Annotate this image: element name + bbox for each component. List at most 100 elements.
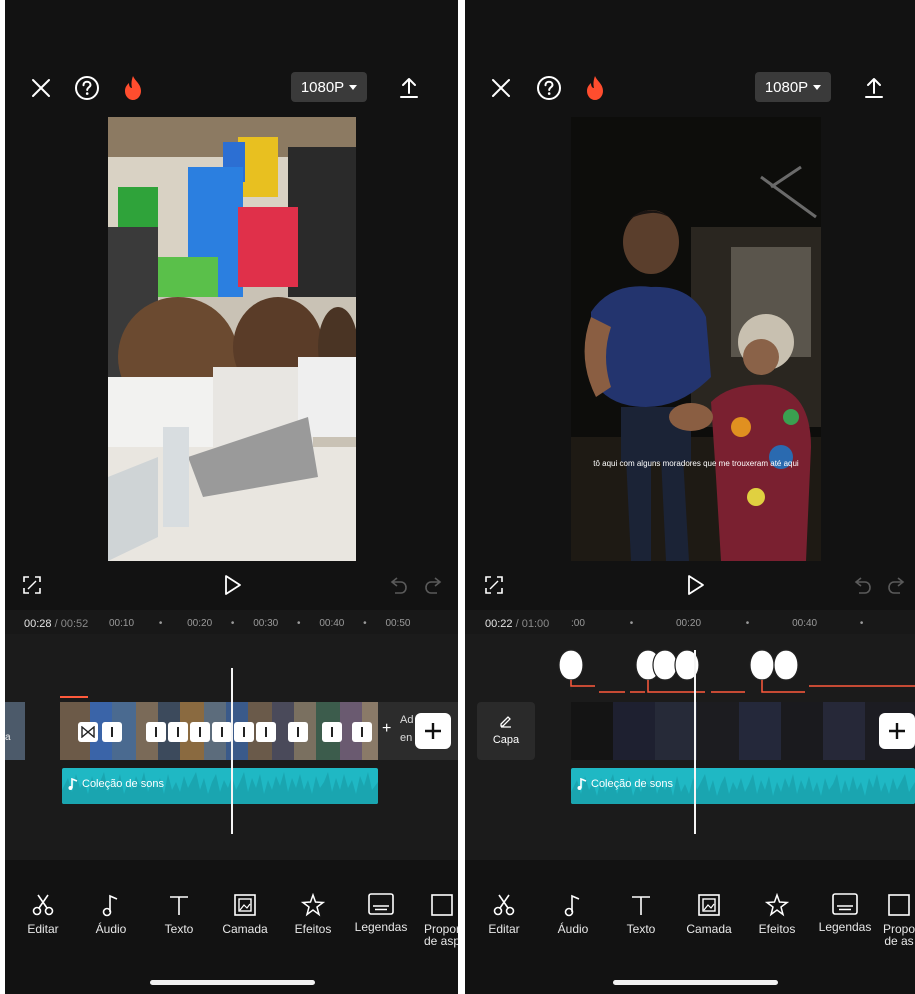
play-icon[interactable] xyxy=(223,574,243,601)
redo-icon[interactable] xyxy=(423,576,443,599)
tool-texto[interactable]: Texto xyxy=(145,893,213,936)
timecode: 00:28 / 00:52 xyxy=(24,618,88,630)
aspect-icon xyxy=(888,894,910,916)
tool-label: Camada xyxy=(686,922,732,936)
resolution-dropdown[interactable]: 1080P xyxy=(755,72,831,102)
ruler-tick: • xyxy=(230,618,235,629)
ruler-tick: • xyxy=(629,618,634,629)
tool-texto[interactable]: Texto xyxy=(607,893,675,936)
previous-clip[interactable]: a xyxy=(5,702,25,760)
close-icon[interactable] xyxy=(23,70,59,106)
audio-track[interactable]: Coleção de sons xyxy=(571,768,915,804)
bottom-toolbar: Editar Áudio Texto Camada Efeitos Legend… xyxy=(5,893,458,953)
ruler-tick: 00:40 xyxy=(792,618,818,629)
top-bar: 1080P xyxy=(465,70,915,106)
video-clip-strip[interactable] xyxy=(60,702,378,760)
audio-track-label: Coleção de sons xyxy=(577,778,673,790)
plus-icon xyxy=(889,723,905,739)
add-clip-text-2: en xyxy=(400,732,413,744)
tool-legendas[interactable]: Legendas xyxy=(347,893,415,934)
video-clip-strip[interactable] xyxy=(571,702,915,760)
tool-label: Camada xyxy=(222,922,268,936)
add-clip-button[interactable] xyxy=(879,713,915,749)
audio-label-text: Coleção de sons xyxy=(82,778,164,790)
transition-button[interactable] xyxy=(352,722,372,742)
transition-button[interactable] xyxy=(190,722,210,742)
tool-proporcao[interactable]: Propor de asp xyxy=(417,893,458,947)
bottom-toolbar: Editar Áudio Texto Camada Efeitos Legend… xyxy=(465,893,915,953)
help-icon[interactable] xyxy=(69,70,105,106)
tool-label: Editar xyxy=(27,922,59,936)
fullscreen-icon[interactable] xyxy=(23,576,41,599)
time-ruler: 00:10 • 00:20 • 00:30 • 00:40 • 00:50 xyxy=(109,618,410,629)
fire-icon[interactable] xyxy=(577,70,613,106)
cover-button[interactable]: Capa xyxy=(477,702,535,760)
play-icon[interactable] xyxy=(686,574,706,601)
tool-label: Legendas xyxy=(354,920,408,934)
transition-button[interactable] xyxy=(322,722,342,742)
home-indicator[interactable] xyxy=(150,980,315,985)
add-clip-button[interactable] xyxy=(415,713,451,749)
text-icon xyxy=(170,896,188,915)
plus-small-icon: + xyxy=(382,720,392,737)
export-icon[interactable] xyxy=(391,70,427,106)
tool-label: Editar xyxy=(488,922,520,936)
clip-indicator xyxy=(60,696,88,698)
tool-legendas[interactable]: Legendas xyxy=(811,893,879,934)
tool-camada[interactable]: Camada xyxy=(675,893,743,936)
video-preview[interactable]: tô aqui com alguns moradores que me trou… xyxy=(571,117,821,561)
clip-frame xyxy=(571,702,613,760)
tool-label: Texto xyxy=(626,922,656,936)
right-editor-panel: 1080P tô aqui com alguns moradores que m… xyxy=(465,0,915,994)
tool-efeitos[interactable]: Efeitos xyxy=(743,893,811,936)
transition-button[interactable] xyxy=(168,722,188,742)
tool-label: Efeitos xyxy=(294,922,332,936)
undo-icon[interactable] xyxy=(389,576,409,599)
transition-button[interactable] xyxy=(288,722,308,742)
tool-audio[interactable]: Áudio xyxy=(539,893,607,936)
tool-audio[interactable]: Áudio xyxy=(77,893,145,936)
tool-editar[interactable]: Editar xyxy=(470,893,538,936)
timeline[interactable]: 00:28 / 00:52 00:10 • 00:20 • 00:30 • 00… xyxy=(5,610,458,860)
text-icon xyxy=(632,896,650,915)
playhead[interactable] xyxy=(694,650,696,834)
audio-track[interactable]: Coleção de sons xyxy=(62,768,378,804)
playback-controls xyxy=(465,574,915,598)
previous-clip-label: a xyxy=(5,732,11,743)
transition-button[interactable] xyxy=(102,722,122,742)
close-icon[interactable] xyxy=(483,70,519,106)
redo-icon[interactable] xyxy=(886,576,906,599)
video-preview[interactable] xyxy=(108,117,356,561)
ruler-tick: 00:20 xyxy=(675,618,702,629)
undo-icon[interactable] xyxy=(853,576,873,599)
fullscreen-icon[interactable] xyxy=(485,576,503,599)
transition-button[interactable] xyxy=(146,722,166,742)
export-icon[interactable] xyxy=(856,70,892,106)
tool-proporcao[interactable]: Propo de as xyxy=(879,893,915,947)
tool-camada[interactable]: Camada xyxy=(211,893,279,936)
tool-efeitos[interactable]: Efeitos xyxy=(279,893,347,936)
tool-editar[interactable]: Editar xyxy=(9,893,77,936)
ruler-tick: • xyxy=(859,618,864,629)
plus-icon xyxy=(425,723,441,739)
transition-icon[interactable] xyxy=(78,722,98,742)
left-editor-panel: 1080P 00:28 / 00:52 00:10 • 00:20 • 00:3… xyxy=(5,0,458,994)
playhead[interactable] xyxy=(231,668,233,834)
time-ruler: :00 • 00:20 • 00:40 • xyxy=(571,618,863,629)
caret-down-icon xyxy=(349,84,358,90)
timeline[interactable]: 00:22 / 01:00 :00 • 00:20 • 00:40 • Capa… xyxy=(465,610,915,860)
fire-icon[interactable] xyxy=(115,70,151,106)
aspect-icon xyxy=(431,894,453,916)
help-icon[interactable] xyxy=(531,70,567,106)
resolution-dropdown[interactable]: 1080P xyxy=(291,72,367,102)
transition-button[interactable] xyxy=(212,722,232,742)
transition-button[interactable] xyxy=(256,722,276,742)
home-indicator[interactable] xyxy=(613,980,778,985)
scissors-icon xyxy=(32,894,54,916)
ruler-tick: • xyxy=(363,618,367,629)
resolution-label: 1080P xyxy=(764,78,809,96)
layer-icon xyxy=(698,894,720,916)
tool-label: Propo de as xyxy=(882,922,915,948)
transition-button[interactable] xyxy=(234,722,254,742)
tool-label: Áudio xyxy=(95,922,127,936)
